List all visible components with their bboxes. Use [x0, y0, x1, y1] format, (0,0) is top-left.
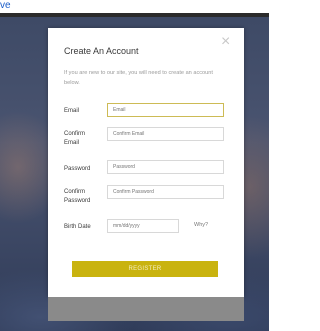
close-icon[interactable]: ×	[221, 34, 230, 50]
modal-intro-text: If you are new to our site, you will nee…	[64, 70, 213, 86]
why-link[interactable]: Why?	[194, 222, 208, 228]
confirm-email-field[interactable]	[107, 127, 224, 141]
confirm-email-label: Confirm Email	[64, 131, 86, 146]
top-bar-link[interactable]: ve	[0, 0, 11, 12]
confirm-password-label: Confirm Password	[64, 189, 91, 204]
top-bar: ve	[0, 0, 269, 13]
password-field[interactable]	[107, 160, 224, 174]
confirm-password-field[interactable]	[107, 185, 224, 199]
modal-footer-strip	[48, 297, 244, 321]
birth-date-field[interactable]	[107, 219, 179, 233]
create-account-modal: × Create An Account If you are new to ou…	[48, 28, 244, 297]
register-button[interactable]: REGISTER	[72, 261, 218, 277]
birth-date-label: Birth Date	[64, 224, 91, 230]
password-label: Password	[64, 166, 91, 172]
email-field[interactable]	[107, 103, 224, 117]
modal-title: Create An Account	[64, 46, 139, 56]
email-label: Email	[64, 108, 80, 114]
